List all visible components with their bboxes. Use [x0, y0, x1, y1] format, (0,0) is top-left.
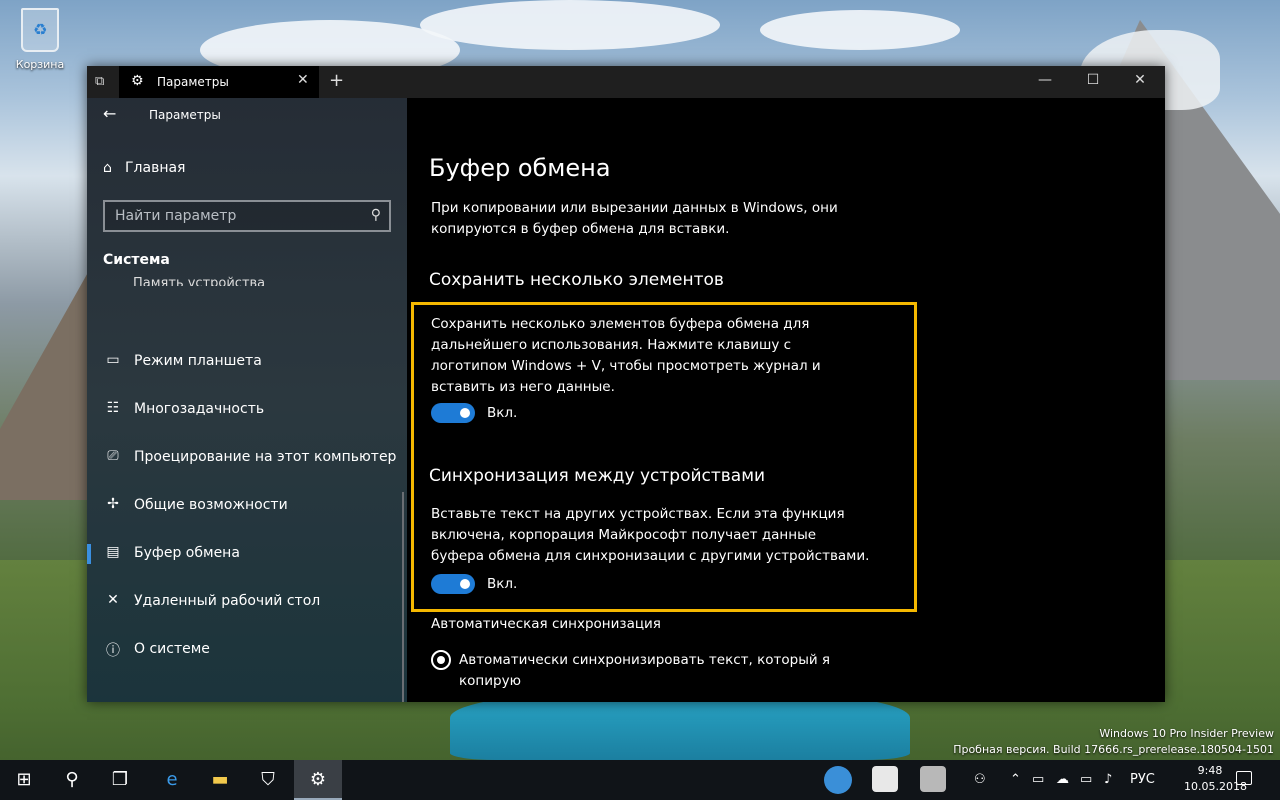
- sync-description: Вставьте текст на других устройствах. Ес…: [431, 506, 870, 564]
- page-title: Буфер обмена: [429, 154, 611, 182]
- app-title: Параметры: [149, 108, 221, 122]
- network-icon[interactable]: ▭: [1080, 772, 1092, 787]
- app-tray-icon-2[interactable]: [872, 766, 898, 792]
- sync-toggle-label: Вкл.: [487, 576, 518, 592]
- search-taskbar-icon[interactable]: ⚲: [48, 760, 96, 800]
- sidebar-item-projecting[interactable]: ⎚ Проецирование на этот компьютер: [103, 440, 403, 476]
- tablet-icon: ▭: [106, 352, 120, 368]
- sidebar: ← Параметры ⌂ Главная Найти параметр ⚲ Си…: [87, 98, 407, 702]
- sidebar-item-label: О системе: [134, 641, 210, 657]
- app-tray-icon-3[interactable]: [920, 766, 946, 792]
- tab-sets-icon[interactable]: ⧉: [95, 74, 111, 90]
- new-tab-button[interactable]: +: [329, 70, 344, 91]
- sidebar-item-multitasking[interactable]: ☷ Многозадачность: [103, 392, 403, 428]
- sidebar-item-shared[interactable]: ✢ Общие возможности: [103, 488, 403, 524]
- sidebar-scrollbar[interactable]: [402, 492, 404, 702]
- back-button[interactable]: ←: [103, 104, 116, 123]
- clock-date: 10.05.2018: [1184, 780, 1247, 793]
- sidebar-item-home[interactable]: ⌂ Главная: [103, 160, 185, 176]
- sidebar-item-label: Режим планшета: [134, 353, 262, 369]
- people-icon[interactable]: ⚇: [974, 772, 986, 787]
- taskbar: ⊞ ⚲ ❐ e ▬ ⛉ ⚙ ⚇ ⌃ ▭ ☁ ▭ ♪ РУС 9:48 10.05…: [0, 760, 1280, 800]
- app-tray-icon-1[interactable]: [824, 766, 852, 794]
- intro-text: При копировании или вырезании данных в W…: [431, 200, 838, 237]
- tab-settings[interactable]: ⚙ Параметры ✕: [119, 66, 319, 98]
- recycle-bin[interactable]: Корзина: [10, 8, 70, 71]
- remote-icon: ✕: [107, 592, 119, 608]
- sidebar-item-storage[interactable]: Память устройства: [133, 274, 265, 286]
- auto-sync-radio[interactable]: [431, 650, 451, 670]
- settings-taskbar-icon[interactable]: ⚙: [294, 760, 342, 800]
- sidebar-item-tablet[interactable]: ▭ Режим планшета: [103, 344, 403, 380]
- watermark-build: Пробная версия. Build 17666.rs_prereleas…: [953, 743, 1274, 756]
- start-button[interactable]: ⊞: [0, 760, 48, 800]
- auto-sync-option[interactable]: Автоматически синхронизировать текст, ко…: [459, 650, 839, 692]
- search-icon: ⚲: [370, 207, 381, 223]
- home-icon: ⌂: [103, 160, 112, 176]
- save-items-toggle-label: Вкл.: [487, 405, 518, 421]
- notifications-icon[interactable]: [1236, 771, 1252, 785]
- store-icon[interactable]: ⛉: [244, 760, 292, 800]
- maximize-button[interactable]: ☐: [1083, 72, 1103, 88]
- cloud-icon[interactable]: ☁: [1056, 772, 1069, 787]
- multitask-icon: ☷: [106, 400, 120, 416]
- save-items-toggle[interactable]: [431, 403, 475, 423]
- save-items-heading: Сохранить несколько элементов: [429, 270, 724, 290]
- auto-sync-label: Автоматическая синхронизация: [431, 616, 661, 632]
- sync-heading: Синхронизация между устройствами: [429, 466, 766, 486]
- chevron-up-icon[interactable]: ⌃: [1010, 772, 1021, 787]
- info-icon: ⓘ: [106, 643, 120, 659]
- sidebar-item-remote-desktop[interactable]: ✕ Удаленный рабочий стол: [103, 584, 403, 620]
- clock[interactable]: 9:48 10.05.2018: [1184, 763, 1247, 795]
- edge-icon[interactable]: e: [148, 760, 196, 800]
- recycle-bin-icon: [21, 8, 59, 52]
- gear-icon: ⚙: [131, 73, 144, 89]
- volume-icon[interactable]: ♪: [1104, 772, 1112, 787]
- sync-toggle[interactable]: [431, 574, 475, 594]
- file-explorer-icon[interactable]: ▬: [196, 760, 244, 800]
- recycle-bin-label: Корзина: [15, 58, 65, 71]
- search-placeholder: Найти параметр: [115, 208, 237, 224]
- task-view-icon[interactable]: ❐: [96, 760, 144, 800]
- save-items-description: Сохранить несколько элементов буфера обм…: [431, 316, 821, 395]
- project-icon: ⎚: [107, 448, 119, 464]
- group-heading: Система: [103, 252, 170, 268]
- main-content: Буфер обмена При копировании или вырезан…: [407, 98, 1165, 702]
- watermark-edition: Windows 10 Pro Insider Preview: [1099, 727, 1274, 740]
- clock-time: 9:48: [1197, 764, 1223, 777]
- clipboard-icon: ▤: [106, 544, 120, 560]
- sidebar-item-about[interactable]: ⓘ О системе: [103, 632, 403, 668]
- title-bar: ⧉ ⚙ Параметры ✕ + — ☐ ✕: [87, 66, 1165, 98]
- settings-window: ⧉ ⚙ Параметры ✕ + — ☐ ✕ ← Параметры ⌂ Гла…: [87, 66, 1165, 702]
- sidebar-item-label: Проецирование на этот компьютер: [134, 449, 397, 465]
- tab-close-button[interactable]: ✕: [297, 72, 309, 88]
- sidebar-item-label: Удаленный рабочий стол: [134, 593, 321, 609]
- tab-title: Параметры: [157, 75, 229, 89]
- language-indicator[interactable]: РУС: [1130, 772, 1155, 787]
- sidebar-item-label: Многозадачность: [134, 401, 265, 417]
- power-icon[interactable]: ▭: [1032, 772, 1044, 787]
- sidebar-item-label: Общие возможности: [134, 497, 288, 513]
- sidebar-item-label: Буфер обмена: [134, 545, 240, 561]
- sidebar-item-clipboard[interactable]: ▤ Буфер обмена: [87, 536, 403, 572]
- minimize-button[interactable]: —: [1035, 72, 1055, 88]
- search-input[interactable]: Найти параметр ⚲: [103, 200, 391, 232]
- share-icon: ✢: [107, 496, 119, 512]
- close-button[interactable]: ✕: [1130, 72, 1150, 88]
- home-label: Главная: [125, 160, 186, 176]
